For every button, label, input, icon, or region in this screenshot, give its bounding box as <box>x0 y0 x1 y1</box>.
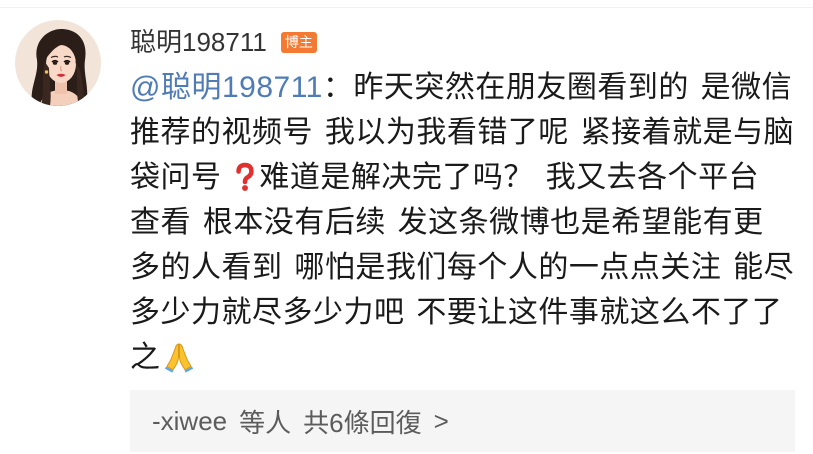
comment-line-7: 之 <box>130 335 794 380</box>
comment-line-2: 推荐的视频号 我以为我看错了呢 紧接着就是与脑 <box>130 110 794 155</box>
replies-summary[interactable]: -xiwee 等人 共6條回復 > <box>130 390 795 452</box>
comment-line-1: @聪明198711：昨天突然在朋友圈看到的 是微信 <box>130 65 794 110</box>
red-question-mark-icon <box>234 162 256 192</box>
comment-line-text: 多少力就尽多少力吧 不要让这件事就这么不了了 <box>130 296 783 329</box>
comment-line-text: ：昨天突然在朋友圈看到的 是微信 <box>322 71 793 104</box>
praying-hands-icon <box>163 341 195 373</box>
comment-line-6: 多少力就尽多少力吧 不要让这件事就这么不了了 <box>130 290 794 335</box>
reply-users[interactable]: -xiwee <box>152 406 227 437</box>
author-row: 聪明198711 博主 <box>130 26 317 58</box>
comment-line-text: 难道是解决完了吗？ 我又去各个平台 <box>259 161 760 194</box>
comment-line-text: 之 <box>130 341 161 374</box>
avatar[interactable] <box>15 20 101 106</box>
chevron-right-icon: > <box>433 405 449 436</box>
comment-line-3: 袋问号 难道是解决完了吗？ 我又去各个平台 <box>130 155 794 200</box>
mention-link[interactable]: @聪明198711 <box>130 71 323 104</box>
comment-line-text: 推荐的视频号 我以为我看错了呢 紧接着就是与脑 <box>130 116 795 149</box>
comment-line-4: 查看 根本没有后续 发这条微博也是希望能有更 <box>130 200 794 245</box>
comment-line-text: 查看 根本没有后续 发这条微博也是希望能有更 <box>130 206 764 239</box>
comment-body: @聪明198711：昨天突然在朋友圈看到的 是微信 推荐的视频号 我以为我看错了… <box>130 65 794 380</box>
comment-line-text: 袋问号 <box>130 161 234 194</box>
reply-count: 共6條回復 <box>303 407 422 438</box>
reply-users-suffix: 等人 <box>239 407 292 438</box>
author-badge: 博主 <box>280 31 317 53</box>
avatar-icon <box>15 20 101 106</box>
comment-line-text: 多的人看到 哪怕是我们每个人的一点点关注 能尽 <box>130 251 795 284</box>
top-divider <box>0 7 813 8</box>
comment-line-5: 多的人看到 哪怕是我们每个人的一点点关注 能尽 <box>130 245 794 290</box>
author-name[interactable]: 聪明198711 <box>130 26 267 58</box>
